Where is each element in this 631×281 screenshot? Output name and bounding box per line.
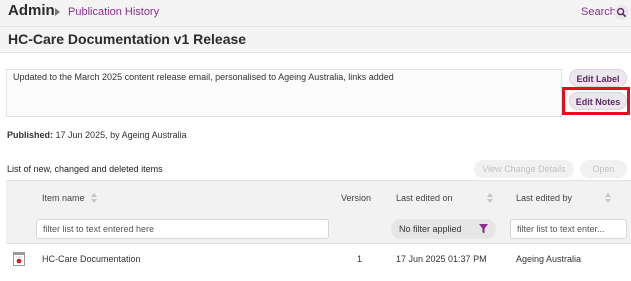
app-title[interactable]: Admin [8,2,55,19]
edit-label-button[interactable]: Edit Label [569,69,627,87]
column-header-version[interactable]: Version [341,193,371,203]
filter-funnel-icon[interactable] [479,224,488,234]
cell-last-edited-on: 17 Jun 2025 01:37 PM [396,254,487,264]
edit-notes-highlight [562,87,630,115]
sort-icon[interactable] [486,192,494,204]
item-name-filter-input[interactable]: filter list to text entered here [36,219,329,239]
list-title: List of new, changed and deleted items [7,164,163,174]
search-icon[interactable] [614,5,629,20]
sort-icon[interactable] [90,192,98,204]
view-change-details-button[interactable]: View Change Details [474,160,574,178]
sort-icon[interactable] [604,192,612,204]
last-edited-by-filter-input[interactable]: filter list to text enter... [510,219,627,239]
column-header-last-edited-on[interactable]: Last edited on [396,193,453,203]
page-title: HC-Care Documentation v1 Release [8,31,247,47]
cell-item-name[interactable]: HC-Care Documentation [42,254,141,264]
published-info: Published: 17 Jun 2025, by Ageing Austra… [7,130,187,140]
notes-text: Updated to the March 2025 content releas… [13,72,394,82]
published-value: 17 Jun 2025, by Ageing Australia [55,130,187,140]
open-button[interactable]: Open [580,160,627,178]
document-icon [13,252,25,266]
published-label: Published: [7,130,54,140]
column-header-last-edited-by[interactable]: Last edited by [516,193,572,203]
search-link[interactable]: Search [581,6,616,18]
column-header-item-name[interactable]: Item name [42,193,85,203]
breadcrumb-publication-history[interactable]: Publication History [68,6,159,18]
breadcrumb-arrow-icon [55,8,60,16]
cell-last-edited-by: Ageing Australia [516,254,582,264]
cell-version: 1 [357,254,363,264]
